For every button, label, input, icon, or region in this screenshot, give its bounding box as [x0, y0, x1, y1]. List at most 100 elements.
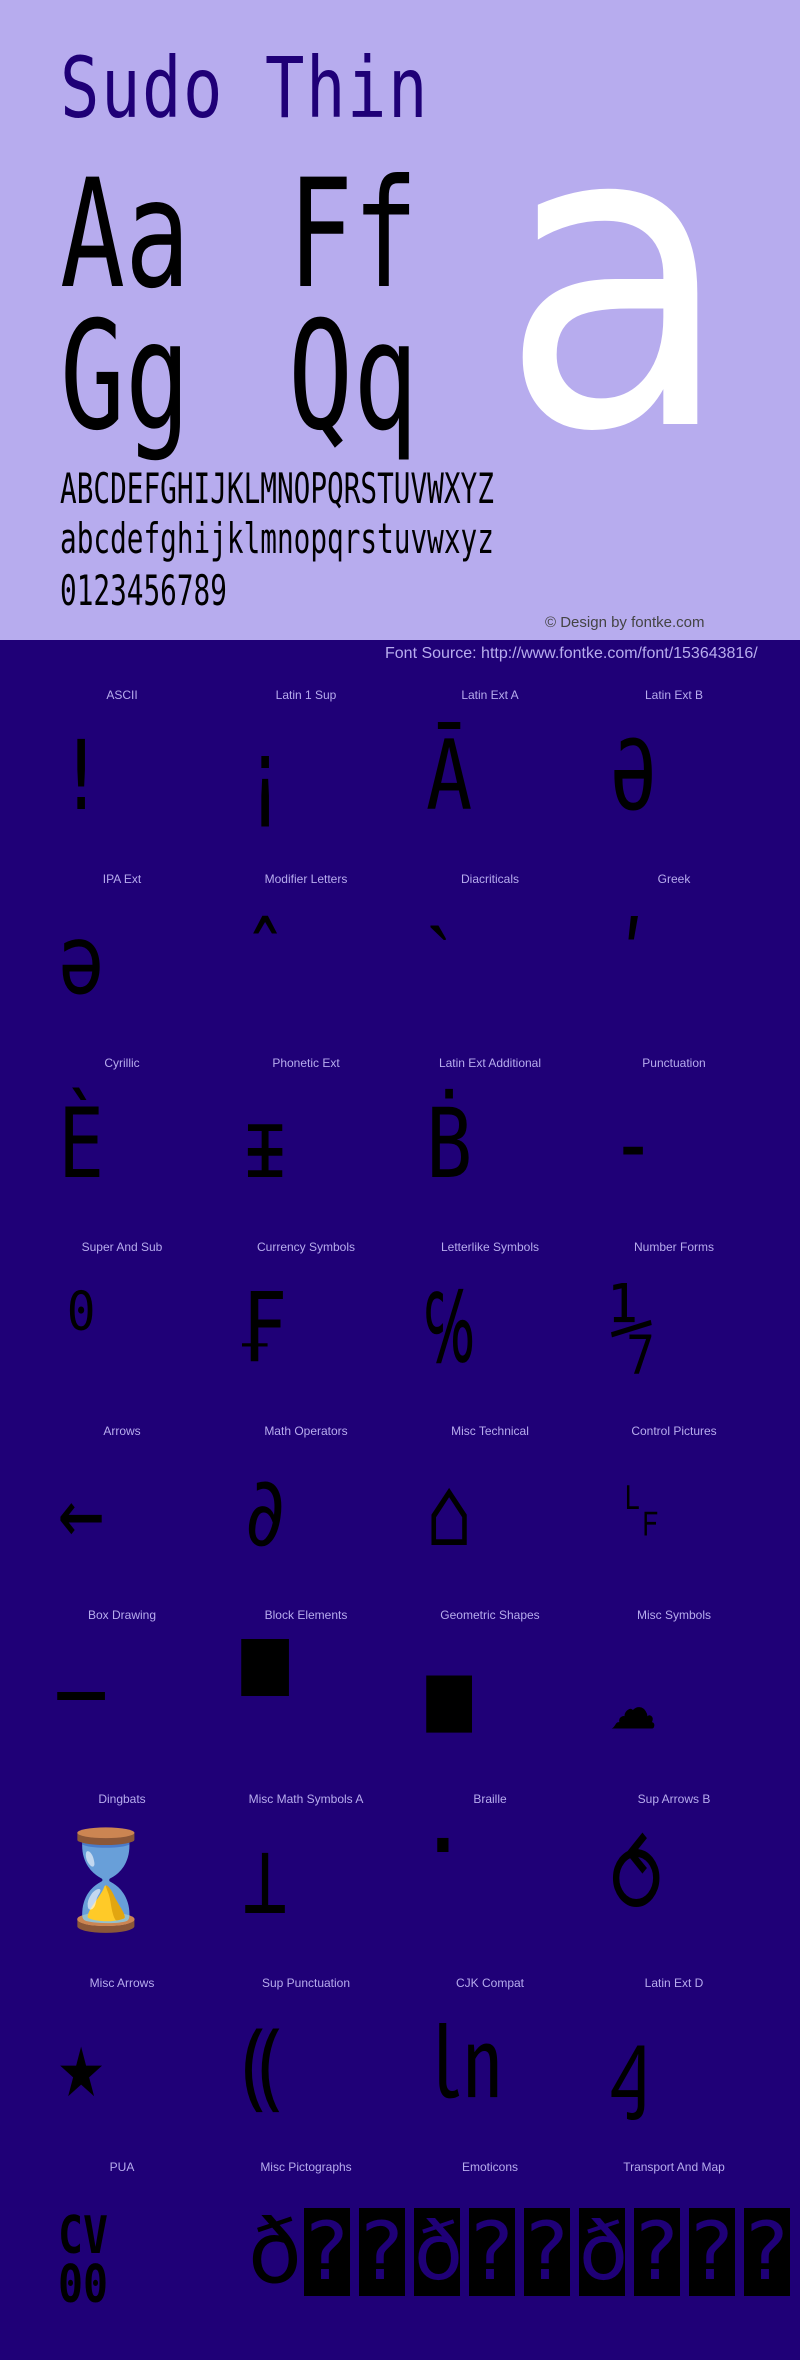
block-sample-glyph: ꜭ — [610, 2008, 651, 2120]
block-label: Geometric Shapes — [440, 1608, 540, 1622]
block-cell: Misc Technical ⌂ — [398, 1424, 582, 1608]
block-label: Latin Ext A — [461, 688, 519, 702]
block-sample-glyph: ← — [58, 1456, 105, 1568]
block-label: Sup Arrows B — [637, 1792, 711, 1806]
block-cell: Greek ʹ — [582, 872, 766, 1056]
block-cell: CJK Compat ㏑ — [398, 1976, 582, 2160]
block-label: Latin Ext D — [644, 1976, 704, 1990]
missing-glyph-box: ? — [744, 2205, 790, 2298]
block-label: Latin Ext B — [644, 688, 704, 702]
block-cell: Arrows ← — [30, 1424, 214, 1608]
block-cell: Letterlike Symbols ℅ — [398, 1240, 582, 1424]
block-cell: Misc Arrows ★ — [30, 1976, 214, 2160]
block-sample-glyph: ⠁ — [426, 1824, 483, 1936]
missing-glyph-box: ? — [524, 2205, 570, 2298]
glyph-pair-ff: Ff — [288, 148, 419, 322]
block-sample-glyph: Ḃ — [426, 1088, 473, 1200]
block-label: Transport And Map — [623, 2160, 725, 2174]
block-sample-glyph: ␊ — [610, 1456, 672, 1568]
block-cell: Phonetic Ext ᵻ — [214, 1056, 398, 1240]
block-cell: Currency Symbols ₣ — [214, 1240, 398, 1424]
pua-line: 00 — [58, 2255, 109, 2316]
block-label: CJK Compat — [455, 1976, 525, 1990]
block-cell: Cyrillic Ѐ — [30, 1056, 214, 1240]
block-sample-glyph: ⥀ — [610, 1824, 663, 1936]
font-title: Sudo Thin — [60, 39, 430, 137]
block-label: Greek — [657, 872, 691, 886]
block-sample-glyph: Ā — [426, 720, 473, 832]
block-cell: Latin Ext D ꜭ — [582, 1976, 766, 2160]
block-label: Arrows — [103, 1424, 141, 1438]
block-sample-glyph: ¡ — [242, 720, 289, 832]
block-sample-glyph: ⁰ — [58, 1272, 105, 1384]
block-cell: Block Elements ▀ — [214, 1608, 398, 1792]
block-sample-glyph: ₣ — [242, 1272, 289, 1384]
digits: 0123456789 — [60, 566, 227, 615]
block-label: Currency Symbols — [256, 1240, 356, 1254]
block-sample-glyph: ! — [58, 720, 105, 832]
block-sample-glyph: ★ — [58, 2008, 105, 2120]
block-cell: Latin Ext Additional Ḃ — [398, 1056, 582, 1240]
block-label: Control Pictures — [631, 1424, 717, 1438]
block-sample-glyph: ■ — [426, 1640, 473, 1752]
block-sample-glyph: ⊥ — [242, 1824, 289, 1936]
block-cell: Braille ⠁ — [398, 1792, 582, 1976]
block-cell: Latin Ext A Ā — [398, 688, 582, 872]
block-label: Misc Math Symbols A — [248, 1792, 364, 1806]
block-cell: IPA Ext ə — [30, 872, 214, 1056]
block-cell: Super And Sub ⁰ — [30, 1240, 214, 1424]
glyph-pair-gg: Gg — [60, 290, 191, 464]
block-label: Dingbats — [98, 1792, 146, 1806]
block-label: Misc Arrows — [89, 1976, 155, 1990]
block-sample-glyph: ˋ — [426, 904, 452, 1016]
block-cell: Number Forms ⅐ — [582, 1240, 766, 1424]
block-cell: Sup Punctuation ⸨ — [214, 1976, 398, 2160]
block-cell: Diacriticals ˋ — [398, 872, 582, 1056]
block-cell: Latin 1 Sup ¡ — [214, 688, 398, 872]
block-sample-glyph: ə — [58, 904, 105, 1016]
font-source-link[interactable]: Font Source: http://www.fontke.com/font/… — [385, 645, 758, 663]
block-cell: PUA CV 00 — [30, 2160, 214, 2344]
block-label: ASCII — [106, 688, 138, 702]
block-cell: Modifier Letters ˆ — [214, 872, 398, 1056]
missing-glyph-box: ? — [469, 2205, 515, 2298]
block-label: Misc Technical — [451, 1424, 529, 1438]
block-sample-glyph: ‐ — [610, 1088, 657, 1200]
block-label: Braille — [473, 1792, 507, 1806]
block-label: Punctuation — [642, 1056, 706, 1070]
block-label: Cyrillic — [104, 1056, 140, 1070]
block-label: Super And Sub — [81, 1240, 163, 1254]
fallback-glyph-row: ð?? ð?? ð??? — [248, 2208, 799, 2296]
block-sample-glyph: ☁ — [610, 1640, 657, 1752]
block-label: Phonetic Ext — [272, 1056, 340, 1070]
block-label: Latin 1 Sup — [275, 688, 337, 702]
specimen-header: Sudo Thin Aa Ff Gg Qq a ABCDEFGHIJKLMNOP… — [0, 0, 800, 640]
missing-glyph-box: ? — [689, 2205, 735, 2298]
missing-glyph-box: ? — [359, 2205, 405, 2298]
block-sample-glyph: ▀ — [242, 1640, 289, 1752]
block-cell: ASCII! — [30, 688, 214, 872]
lowercase-alphabet: abcdefghijklmnopqrstuvwxyz — [60, 514, 494, 563]
block-cell: Sup Arrows B ⥀ — [582, 1792, 766, 1976]
block-sample-glyph: ⅐ — [610, 1272, 657, 1384]
block-cell: Dingbats ⌛ — [30, 1792, 214, 1976]
block-label: Math Operators — [264, 1424, 348, 1438]
uppercase-alphabet: ABCDEFGHIJKLMNOPQRSTUVWXYZ — [60, 464, 494, 513]
missing-glyph-box: ? — [304, 2205, 350, 2298]
block-sample-glyph: ʹ — [610, 904, 657, 1016]
block-cell: Misc Symbols ☁ — [582, 1608, 766, 1792]
block-label: Box Drawing — [87, 1608, 157, 1622]
block-cell: Latin Ext B Ə — [582, 688, 766, 872]
block-sample-glyph: Ə — [610, 720, 657, 832]
glyph-pair-aa: Aa — [60, 148, 191, 322]
block-sample-glyph: CV 00 — [58, 2210, 108, 2311]
block-label: Letterlike Symbols — [440, 1240, 540, 1254]
block-sample-glyph: Ѐ — [58, 1088, 105, 1200]
block-label: Misc Symbols — [636, 1608, 711, 1622]
block-cell: Box Drawing ─ — [30, 1608, 214, 1792]
block-label: Diacriticals — [460, 872, 519, 886]
block-label: Modifier Letters — [264, 872, 348, 886]
block-cell: Geometric Shapes ■ — [398, 1608, 582, 1792]
block-cell: Punctuation ‐ — [582, 1056, 766, 1240]
block-label: Number Forms — [633, 1240, 714, 1254]
